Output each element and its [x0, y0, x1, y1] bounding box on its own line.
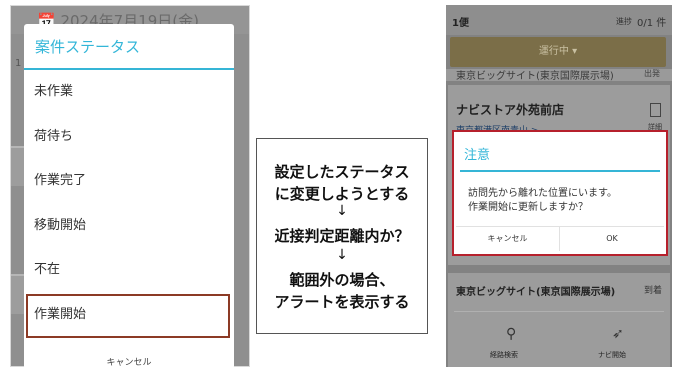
- progress-value: 0/1 件: [637, 18, 667, 29]
- down-arrow-icon: ↓: [336, 247, 348, 263]
- flow-line: アラートを表示する: [274, 293, 410, 311]
- document-icon[interactable]: [650, 103, 661, 117]
- flow-line: 設定したステータス: [274, 163, 410, 181]
- flow-line: 近接判定距離内か？: [274, 227, 410, 245]
- stop-name: ナビストア外苑前店: [456, 103, 565, 117]
- flow-description-box: 設定したステータス に変更しようとする ↓ 近接判定距離内か？ ↓ 範囲外の場合…: [256, 138, 428, 334]
- flow-line: 範囲外の場合、: [289, 271, 395, 289]
- background-card: [11, 274, 25, 314]
- stop-status: 到着: [644, 286, 663, 296]
- down-arrow-icon: ↓: [336, 203, 348, 219]
- action-buttons: ⚲ 経路検索 ➶ ナビ開始: [454, 311, 664, 365]
- bin-label: 1便: [452, 18, 469, 29]
- background-card: [11, 146, 25, 186]
- alert-dialog: 注意 訪問先から離れた位置にいます。 作業開始に更新しますか？ キャンセル OK: [452, 130, 668, 256]
- navigation-icon: ➶: [612, 326, 624, 342]
- cancel-button[interactable]: キャンセル: [24, 345, 234, 374]
- status-option-waiting[interactable]: 荷待ち: [24, 115, 234, 160]
- progress-label: 進捗: [616, 17, 632, 26]
- title-divider: [460, 170, 660, 172]
- selection-highlight: [26, 293, 230, 338]
- stop-status: 出発: [644, 69, 660, 78]
- status-option-work-start[interactable]: 作業開始: [24, 293, 234, 338]
- run-status-button[interactable]: 運行中 ▾: [450, 37, 666, 67]
- alert-message: 訪問先から離れた位置にいます。: [468, 188, 617, 199]
- dialog-title: 案件ステータス: [24, 24, 234, 70]
- alert-title: 注意: [464, 148, 491, 163]
- cancel-button[interactable]: キャンセル: [456, 227, 560, 251]
- route-search-button[interactable]: 経路検索: [490, 350, 518, 360]
- flow-line: に変更しようとする: [274, 185, 410, 203]
- status-option-complete[interactable]: 作業完了: [24, 159, 234, 204]
- alert-buttons: キャンセル OK: [456, 226, 664, 251]
- map-pin-icon: ⚲: [506, 326, 517, 342]
- status-option-absent[interactable]: 不在: [24, 248, 234, 293]
- stop-card-arrival[interactable]: 東京ビッグサイト(東京国際展示場) 到着 ⚲ 経路検索 ➶ ナビ開始: [448, 273, 670, 367]
- navi-start-button[interactable]: ナビ開始: [598, 350, 626, 360]
- alert-message: 作業開始に更新しますか？: [468, 202, 588, 213]
- status-dialog: 案件ステータス 未作業 荷待ち 作業完了 移動開始 不在 作業開始 キャンセル: [24, 24, 234, 369]
- stop-card-departure[interactable]: 東京ビッグサイト(東京国際展示場) 出発: [446, 69, 672, 82]
- status-option-not-started[interactable]: 未作業: [24, 70, 234, 115]
- stop-name: 東京ビッグサイト(東京国際展示場): [456, 287, 616, 298]
- row-number: 1: [15, 58, 22, 69]
- stop-name: 東京ビッグサイト(東京国際展示場): [456, 71, 614, 82]
- top-bar: 1便 進捗 0/1 件: [446, 5, 672, 35]
- status-option-moving[interactable]: 移動開始: [24, 204, 234, 249]
- ok-button[interactable]: OK: [560, 227, 664, 251]
